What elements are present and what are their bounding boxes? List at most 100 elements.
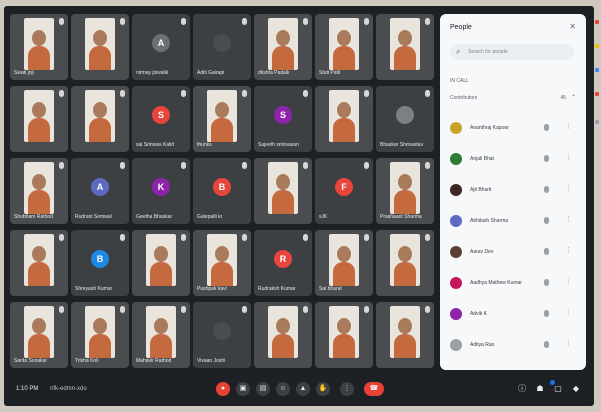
participant-tile[interactable]: Stuti Patil bbox=[315, 14, 373, 80]
participant-tile[interactable]: thunks bbox=[193, 86, 251, 152]
participant-tile[interactable]: S Sujeeth srinivasan bbox=[254, 86, 312, 152]
captions-icon[interactable]: ▤ bbox=[256, 382, 270, 396]
participant-tile[interactable]: Pushpak kavi bbox=[193, 230, 251, 296]
mic-icon[interactable] bbox=[544, 217, 549, 224]
people-icon[interactable]: ☗ bbox=[534, 383, 546, 395]
mic-icon[interactable] bbox=[544, 248, 549, 255]
participant-tile[interactable]: Prashaant Sharma bbox=[376, 158, 434, 224]
avatar: B bbox=[91, 250, 109, 268]
participant-tile[interactable]: A Rudrani Semwal bbox=[71, 158, 129, 224]
participant-tile[interactable]: dkshta Padalk bbox=[254, 14, 312, 80]
calendar-icon[interactable] bbox=[595, 20, 599, 24]
end-call-button[interactable]: ☎ bbox=[364, 382, 384, 396]
participant-name: Abhilash Sharma bbox=[470, 218, 509, 224]
mic-icon[interactable] bbox=[544, 186, 549, 193]
participant-tile[interactable]: B Gatepalli kr bbox=[193, 158, 251, 224]
more-options-icon[interactable]: ⋮ bbox=[565, 215, 572, 223]
more-options-icon[interactable]: ⋮ bbox=[565, 246, 572, 254]
participant-tile[interactable]: Bhaskar Shrivastav bbox=[376, 86, 434, 152]
activities-icon[interactable]: ◆ bbox=[570, 383, 582, 395]
participant-tile[interactable]: Vivaan Joshi bbox=[193, 302, 251, 368]
more-options-icon[interactable]: ⋮ bbox=[565, 277, 572, 285]
participant-tile[interactable]: Sai bharat bbox=[315, 230, 373, 296]
avatar bbox=[450, 215, 462, 227]
participant-tile[interactable]: K Geetha Bhaskar bbox=[132, 158, 190, 224]
mic-icon bbox=[242, 162, 247, 169]
more-options-icon[interactable]: ⋮ bbox=[565, 339, 572, 347]
participant-tile[interactable]: R Rudraksh Kumar bbox=[254, 230, 312, 296]
search-icon: ⌕ bbox=[456, 47, 461, 56]
participant-tile[interactable]: Mahavir Rathod bbox=[132, 302, 190, 368]
video-feed bbox=[146, 234, 176, 286]
participant-tile[interactable] bbox=[376, 14, 434, 80]
close-icon[interactable]: ✕ bbox=[569, 22, 576, 31]
participant-name: Gatepalli kr bbox=[197, 214, 223, 220]
present-icon[interactable]: ▲ bbox=[296, 382, 310, 396]
person-face bbox=[337, 318, 351, 334]
participant-row[interactable]: Ajit Bharti ⋮ bbox=[448, 178, 578, 209]
mic-icon bbox=[181, 162, 186, 169]
video-feed bbox=[268, 18, 298, 70]
participant-tile[interactable]: Sarita Sonakar bbox=[10, 302, 68, 368]
participant-row[interactable]: Anjali Bhat ⋮ bbox=[448, 147, 578, 178]
participant-tile[interactable] bbox=[376, 230, 434, 296]
info-icon[interactable]: ⓘ bbox=[516, 383, 528, 395]
participant-tile[interactable]: B Shreyash Kumar bbox=[71, 230, 129, 296]
participant-tile[interactable] bbox=[132, 230, 190, 296]
more-options-icon[interactable]: ⋮ bbox=[565, 122, 572, 130]
participant-tile[interactable]: Ssai Srinivas Kalid bbox=[132, 86, 190, 152]
person-body bbox=[394, 190, 416, 214]
side-toolbar bbox=[594, 20, 601, 160]
mic-icon[interactable] bbox=[544, 155, 549, 162]
participant-tile[interactable] bbox=[315, 302, 373, 368]
participant-tile[interactable]: FsJK bbox=[315, 158, 373, 224]
raise-hand-icon[interactable]: ✋ bbox=[316, 382, 330, 396]
participant-row[interactable]: Abhilash Sharma ⋮ bbox=[448, 209, 578, 240]
participant-row[interactable]: Aditya Rao ⋮ bbox=[448, 333, 578, 364]
participant-tile[interactable] bbox=[71, 14, 129, 80]
participant-tile[interactable] bbox=[254, 158, 312, 224]
participant-name: sai Srinivas Kalid bbox=[136, 142, 175, 148]
chevron-up-icon[interactable]: ⌃ bbox=[571, 94, 576, 101]
more-options-icon[interactable]: ⋮ bbox=[340, 382, 354, 396]
mic-off-icon[interactable]: ● bbox=[216, 382, 230, 396]
participant-row[interactable]: Aarav Dev ⋮ bbox=[448, 240, 578, 271]
contacts-icon[interactable] bbox=[595, 92, 599, 96]
bottom-toolbar: 1:10 PM nfk-edmn-xdo ● ▣ ▤ ☺ ▲ ✋ ⋮ ☎ ⓘ ☗… bbox=[4, 376, 594, 406]
participant-tile[interactable]: Aditi Gairapi bbox=[193, 14, 251, 80]
participant-tile[interactable] bbox=[315, 86, 373, 152]
participant-tile[interactable] bbox=[10, 86, 68, 152]
participant-tile[interactable] bbox=[71, 86, 129, 152]
add-icon[interactable] bbox=[595, 120, 599, 124]
person-face bbox=[32, 318, 46, 334]
participant-tile[interactable]: Anirmay jiswalik bbox=[132, 14, 190, 80]
participant-tile[interactable]: Swati joji bbox=[10, 14, 68, 80]
participant-row[interactable]: Aadhya Mathew Kumar ⋮ bbox=[448, 271, 578, 302]
tasks-icon[interactable] bbox=[595, 68, 599, 72]
person-body bbox=[272, 334, 294, 358]
contributors-group[interactable]: Contributors 45 ⌃ bbox=[450, 94, 576, 104]
participant-name: Trisha Koli bbox=[75, 358, 99, 364]
more-options-icon[interactable]: ⋮ bbox=[565, 184, 572, 192]
participant-row[interactable]: Advik K ⋮ bbox=[448, 302, 578, 333]
participant-row[interactable]: Ananthraj Kapoor ⋮ bbox=[448, 116, 578, 147]
participant-name: Bhaskar Shrivastav bbox=[380, 142, 424, 148]
camera-icon[interactable]: ▣ bbox=[236, 382, 250, 396]
mic-icon[interactable] bbox=[544, 310, 549, 317]
search-input[interactable]: ⌕ Search for people bbox=[450, 44, 574, 60]
participant-tile[interactable] bbox=[10, 230, 68, 296]
chat-icon[interactable]: ▢ bbox=[552, 383, 564, 395]
mic-icon[interactable] bbox=[544, 341, 549, 348]
keep-icon[interactable] bbox=[595, 44, 599, 48]
more-options-icon[interactable]: ⋮ bbox=[565, 153, 572, 161]
mic-icon bbox=[120, 234, 125, 241]
participant-tile[interactable]: Trisha Koli bbox=[71, 302, 129, 368]
more-options-icon[interactable]: ⋮ bbox=[565, 308, 572, 316]
participant-tile[interactable]: Shubham Rathod bbox=[10, 158, 68, 224]
participant-tile[interactable] bbox=[376, 302, 434, 368]
video-feed bbox=[24, 162, 54, 214]
participant-tile[interactable] bbox=[254, 302, 312, 368]
mic-icon[interactable] bbox=[544, 279, 549, 286]
emoji-icon[interactable]: ☺ bbox=[276, 382, 290, 396]
mic-icon[interactable] bbox=[544, 124, 549, 131]
